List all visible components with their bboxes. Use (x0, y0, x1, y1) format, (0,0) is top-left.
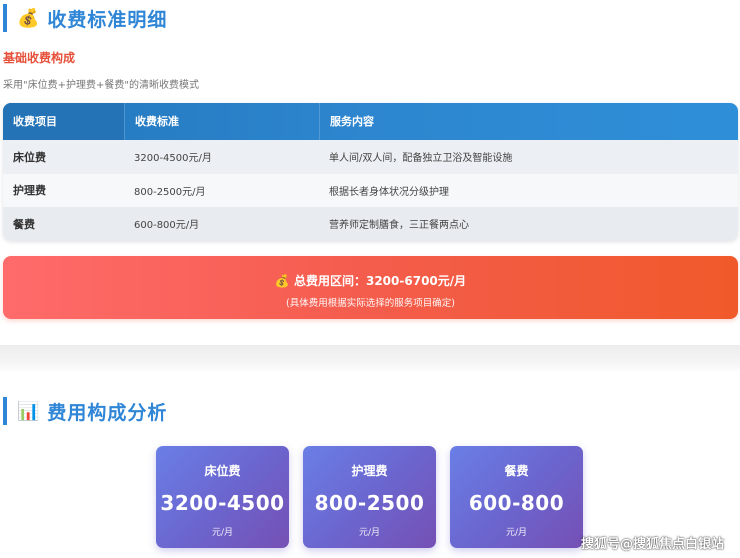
fee-table: 收费项目 收费标准 服务内容 床位费 3200-4500元/月 单人间/双人间，… (3, 103, 738, 241)
table-row: 护理费 800-2500元/月 根据长者身体状况分级护理 (3, 173, 738, 207)
cost-card-nursing: 护理费 800-2500 元/月 (303, 446, 436, 548)
table-row: 餐费 600-800元/月 营养师定制膳食，三正餐两点心 (3, 207, 738, 241)
section-title-fee-details: 💰 收费标准明细 (3, 4, 167, 32)
total-range-line: 💰 总费用区间：3200-6700元/月 (3, 272, 738, 289)
card-label: 床位费 (204, 464, 241, 478)
cost-card-bed: 床位费 3200-4500 元/月 (156, 446, 289, 548)
card-value: 800-2500 (314, 491, 425, 515)
watermark: 搜狐号@搜狐焦点白银站 (580, 537, 724, 552)
section-divider (0, 345, 740, 373)
cell-content: 单人间/双人间，配备独立卫浴及智能设施 (329, 153, 513, 165)
cell-content: 营养师定制膳食，三正餐两点心 (329, 220, 469, 232)
bar-chart-icon: 📊 (17, 400, 40, 422)
card-label: 护理费 (351, 464, 388, 478)
cost-card-meal: 餐费 600-800 元/月 (450, 446, 583, 548)
card-label: 餐费 (504, 464, 529, 478)
cell-standard: 800-2500元/月 (134, 186, 206, 198)
total-range-text: 总费用区间：3200-6700元/月 (293, 274, 467, 288)
sub-heading: 基础收费构成 (3, 51, 76, 65)
total-range-note: (具体费用根据实际选择的服务项目确定) (286, 298, 455, 309)
card-unit: 元/月 (211, 528, 234, 538)
cost-cards: 床位费 3200-4500 元/月 护理费 800-2500 元/月 餐费 60… (156, 446, 583, 548)
column-header-item: 收费项目 (3, 103, 124, 140)
cell-item: 床位费 (13, 150, 46, 164)
section-title-text: 费用构成分析 (47, 401, 168, 424)
table-header: 收费项目 收费标准 服务内容 (3, 103, 738, 140)
column-header-standard: 收费标准 (124, 103, 319, 140)
card-value: 3200-4500 (160, 491, 285, 515)
card-unit: 元/月 (358, 528, 381, 538)
table-row: 床位费 3200-4500元/月 单人间/双人间，配备独立卫浴及智能设施 (3, 140, 738, 174)
money-bag-icon: 💰 (274, 274, 290, 288)
cell-content: 根据长者身体状况分级护理 (329, 186, 449, 198)
cell-item: 餐费 (13, 217, 35, 231)
cell-standard: 600-800元/月 (134, 220, 200, 232)
cell-standard: 3200-4500元/月 (134, 153, 212, 165)
sub-description: 采用"床位费+护理费+餐费"的清晰收费模式 (3, 80, 199, 91)
card-unit: 元/月 (505, 528, 528, 538)
column-header-content: 服务内容 (319, 103, 738, 140)
card-value: 600-800 (468, 491, 565, 515)
section-title-text: 收费标准明细 (47, 8, 168, 31)
money-bag-icon: 💰 (17, 7, 40, 29)
total-range-banner: 💰 总费用区间：3200-6700元/月 (具体费用根据实际选择的服务项目确定) (3, 256, 738, 319)
cell-item: 护理费 (13, 184, 46, 198)
section-title-cost-analysis: 📊 费用构成分析 (3, 397, 167, 425)
